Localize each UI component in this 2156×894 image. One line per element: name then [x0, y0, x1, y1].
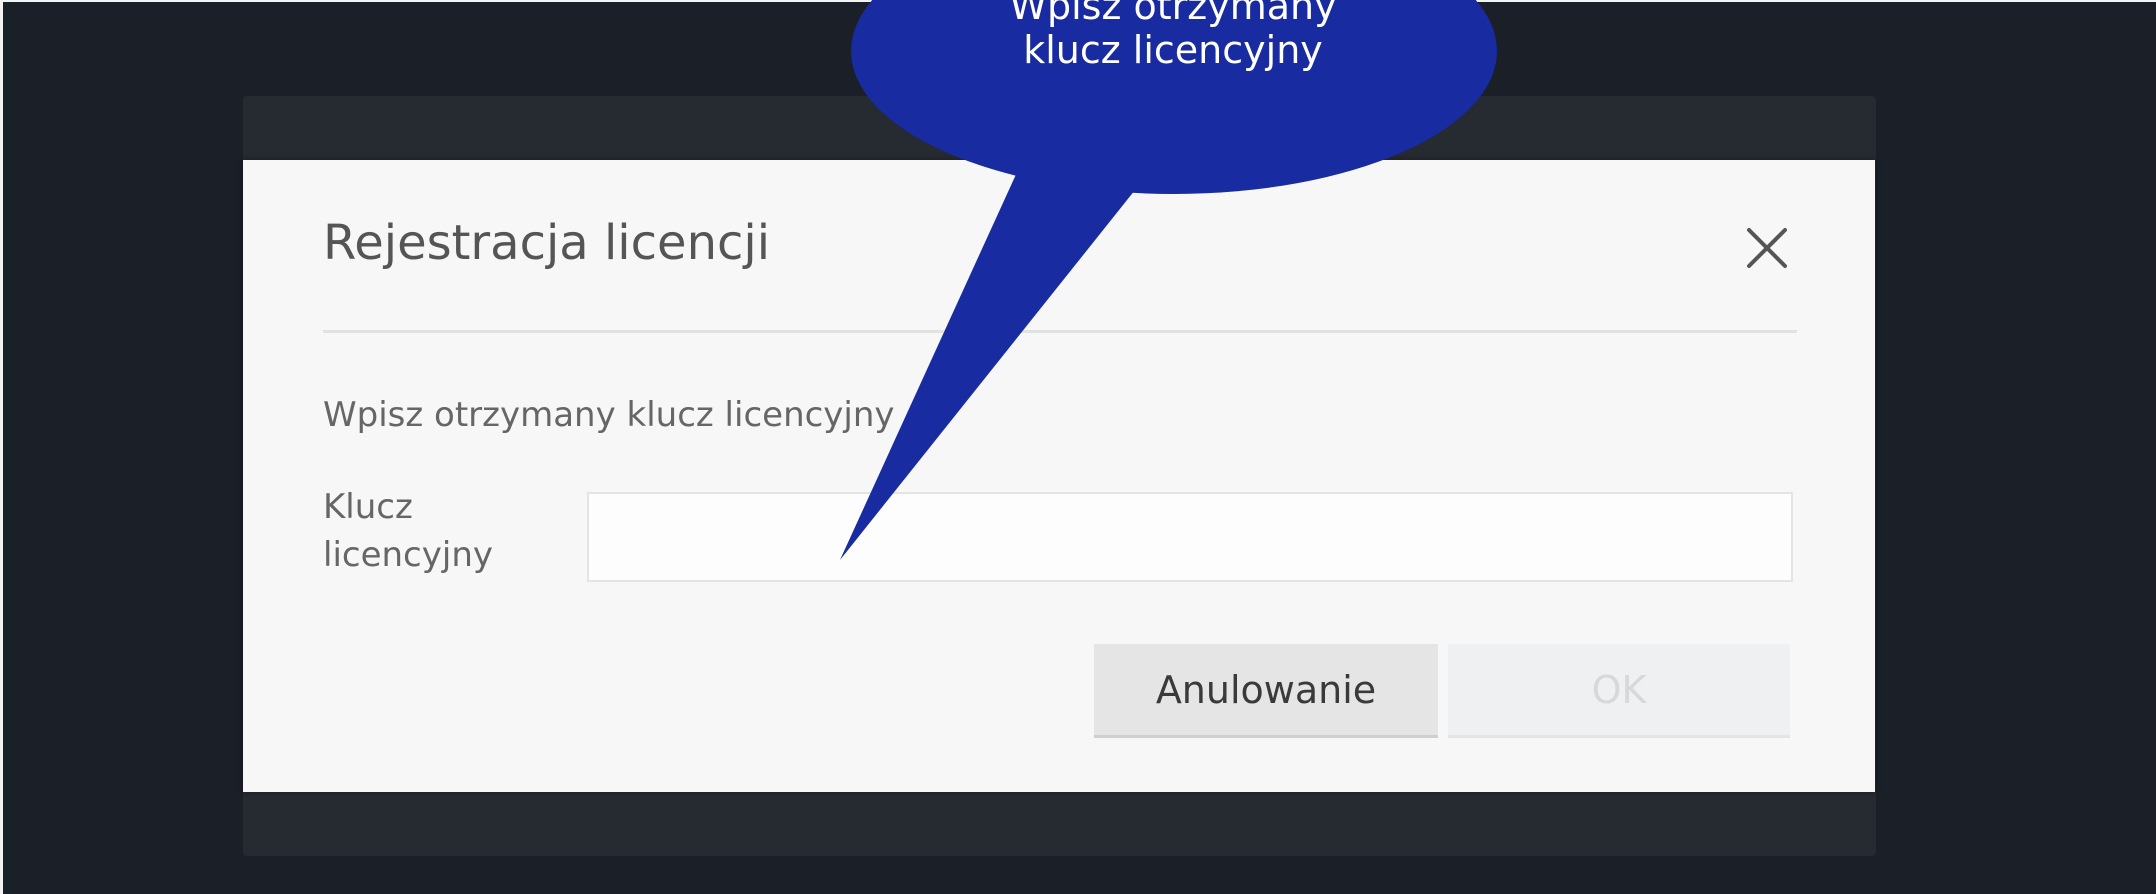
screen-edge-left — [0, 0, 3, 894]
callout-text: Wpisz otrzymany klucz licencyjny — [850, 0, 1496, 72]
title-divider — [323, 330, 1797, 333]
cancel-button[interactable]: Anulowanie — [1094, 644, 1438, 738]
license-registration-dialog: Rejestracja licencji Wpisz otrzymany klu… — [243, 160, 1875, 792]
close-icon — [1747, 228, 1787, 268]
close-button[interactable] — [1743, 224, 1791, 272]
dialog-title: Rejestracja licencji — [323, 215, 771, 271]
ok-button[interactable]: OK — [1448, 644, 1790, 738]
callout-line-1: Wpisz otrzymany — [1009, 0, 1337, 28]
instruction-text: Wpisz otrzymany klucz licencyjny — [323, 395, 895, 435]
license-key-input[interactable] — [587, 492, 1793, 582]
license-key-label: Klucz licencyjny — [323, 487, 493, 575]
callout-line-2: klucz licencyjny — [1023, 28, 1323, 72]
